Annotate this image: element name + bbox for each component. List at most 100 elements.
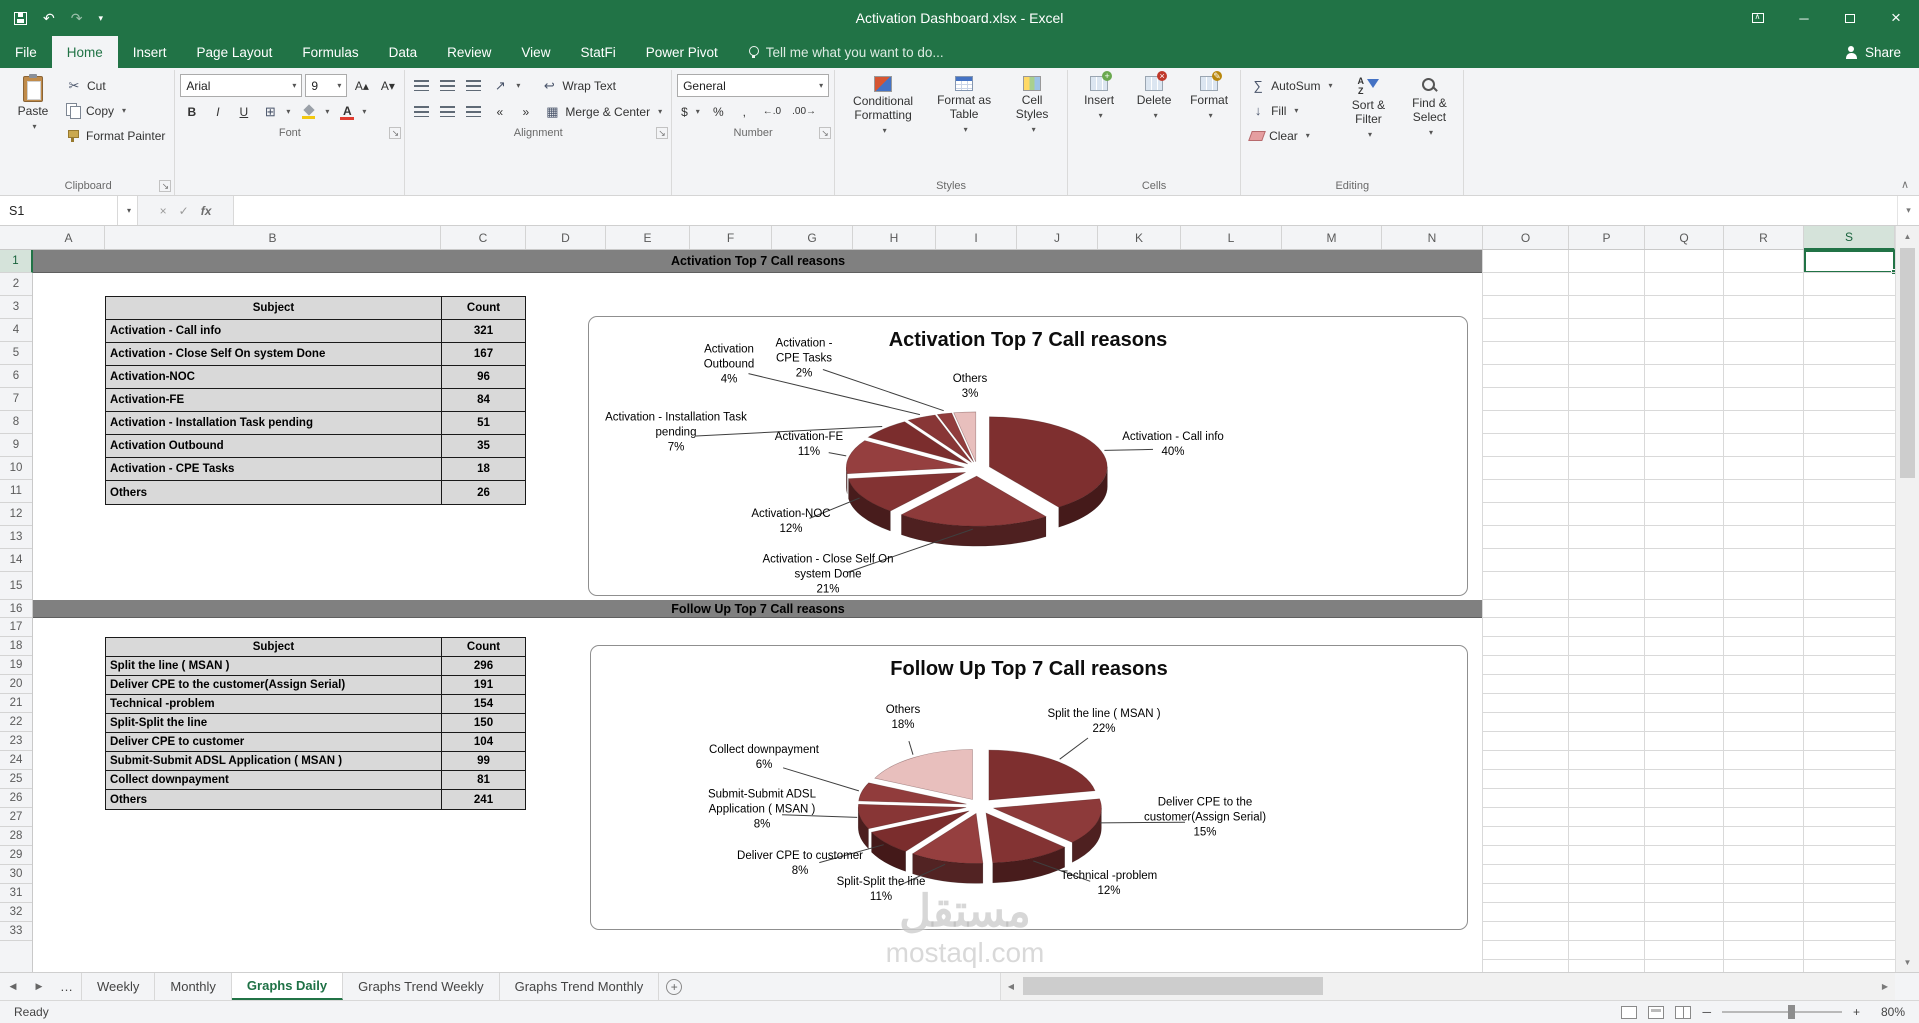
table-cell-count[interactable]: 191 (442, 676, 525, 695)
section-header-activation[interactable]: Activation Top 7 Call reasons (33, 250, 1483, 273)
clear-button[interactable]: Clear ▾ (1246, 124, 1336, 147)
row-header-33[interactable]: 33 (0, 922, 32, 941)
column-header-f[interactable]: F (690, 226, 772, 249)
table-cell-subject[interactable]: Activation - Close Self On system Done (106, 343, 442, 366)
paste-button[interactable]: Paste ▾ (7, 72, 59, 133)
column-header-p[interactable]: P (1569, 226, 1645, 249)
row-header-28[interactable]: 28 (0, 827, 32, 846)
table-cell-subject[interactable]: Collect downpayment (106, 771, 442, 790)
row-header-29[interactable]: 29 (0, 846, 32, 865)
zoom-in-icon[interactable]: + (1853, 1005, 1860, 1019)
merge-center-button[interactable]: ▦ Merge & Center ▾ (540, 100, 666, 123)
row-header-6[interactable]: 6 (0, 365, 32, 388)
column-header-r[interactable]: R (1724, 226, 1804, 249)
column-header-h[interactable]: H (853, 226, 936, 249)
table-cell-subject[interactable]: Activation-FE (106, 389, 442, 412)
comma-style-button[interactable]: , (733, 100, 756, 123)
ribbon-tab-insert[interactable]: Insert (118, 36, 182, 68)
redo-icon[interactable]: ↷ (71, 10, 83, 27)
align-bottom-button[interactable] (462, 74, 485, 97)
collapse-ribbon-button[interactable]: ∧ (1901, 178, 1909, 191)
cancel-formula-icon[interactable]: × (160, 204, 167, 218)
fill-color-button[interactable]: ▾ (297, 100, 333, 123)
sort-filter-button[interactable]: AZ Sort & Filter ▾ (1339, 72, 1397, 141)
table-cell-count[interactable]: 296 (442, 657, 525, 676)
formula-input[interactable] (234, 196, 1897, 225)
align-right-button[interactable] (462, 100, 485, 123)
bold-button[interactable]: B (180, 100, 203, 123)
column-header-i[interactable]: I (936, 226, 1017, 249)
row-header-18[interactable]: 18 (0, 637, 32, 656)
column-header-l[interactable]: L (1181, 226, 1282, 249)
row-header-22[interactable]: 22 (0, 713, 32, 732)
number-dialog-launcher[interactable]: ↘ (819, 127, 832, 139)
row-header-15[interactable]: 15 (0, 572, 32, 600)
percent-style-button[interactable]: % (707, 100, 730, 123)
table-cell-subject[interactable]: Deliver CPE to customer (106, 733, 442, 752)
vertical-scrollbar[interactable]: ▲ ▼ (1895, 226, 1919, 972)
vertical-scroll-thumb[interactable] (1900, 248, 1915, 478)
table-cell-count[interactable]: 35 (442, 435, 525, 458)
increase-indent-button[interactable]: » (514, 100, 537, 123)
wrap-text-button[interactable]: ↩ Wrap Text (537, 74, 620, 97)
ribbon-tab-power-pivot[interactable]: Power Pivot (631, 36, 733, 68)
horizontal-scroll-track[interactable] (1021, 973, 1875, 1000)
table-cell-subject[interactable]: Others (106, 481, 442, 504)
zoom-out-icon[interactable]: ─ (1702, 1005, 1711, 1019)
customize-qat-icon[interactable]: ▾ (98, 13, 103, 24)
scroll-up-icon[interactable]: ▲ (1896, 226, 1919, 246)
row-header-26[interactable]: 26 (0, 789, 32, 808)
row-header-25[interactable]: 25 (0, 770, 32, 789)
sheet-nav-right-icon[interactable]: ▶ (26, 973, 52, 1000)
follow-up-pie-chart[interactable]: Follow Up Top 7 Call reasons Split the l… (590, 645, 1468, 930)
selected-cell-s1[interactable] (1804, 250, 1895, 275)
table-cell-subject[interactable]: Split-Split the line (106, 714, 442, 733)
table-cell-subject[interactable]: Deliver CPE to the customer(Assign Seria… (106, 676, 442, 695)
more-sheets-button[interactable]: … (52, 973, 82, 1000)
table-cell-count[interactable]: 167 (442, 343, 525, 366)
table-cell-subject[interactable]: Activation - CPE Tasks (106, 458, 442, 481)
row-header-4[interactable]: 4 (0, 319, 32, 342)
fill-button[interactable]: ↓ Fill ▾ (1246, 99, 1336, 122)
save-icon[interactable] (14, 11, 27, 25)
new-sheet-button[interactable]: + (659, 973, 689, 1000)
sheet-nav-left-icon[interactable]: ◀ (0, 973, 26, 1000)
borders-button[interactable]: ⊞ ▾ (258, 100, 294, 123)
increase-decimal-button[interactable]: ←.0 (759, 100, 785, 123)
delete-cells-button[interactable]: Delete ▾ (1128, 71, 1180, 122)
close-button[interactable]: × (1873, 0, 1919, 36)
table-cell-count[interactable]: 96 (442, 366, 525, 389)
row-header-10[interactable]: 10 (0, 457, 32, 480)
ribbon-tab-home[interactable]: Home (51, 36, 118, 68)
align-middle-button[interactable] (436, 74, 459, 97)
tell-me-box[interactable]: Tell me what you want to do... (747, 36, 944, 68)
scroll-right-icon[interactable]: ▶ (1875, 982, 1895, 991)
table-cell-subject[interactable]: Activation-NOC (106, 366, 442, 389)
sheet-tab-graphs-trend-monthly[interactable]: Graphs Trend Monthly (500, 973, 660, 1000)
row-header-20[interactable]: 20 (0, 675, 32, 694)
row-header-17[interactable]: 17 (0, 618, 32, 637)
font-dialog-launcher[interactable]: ↘ (389, 127, 402, 139)
row-header-14[interactable]: 14 (0, 549, 32, 572)
ribbon-tab-page-layout[interactable]: Page Layout (182, 36, 288, 68)
name-box[interactable]: S1 (0, 196, 118, 225)
table-cell-subject[interactable]: Technical -problem (106, 695, 442, 714)
row-header-31[interactable]: 31 (0, 884, 32, 903)
table-cell-subject[interactable]: Others (106, 790, 442, 809)
sheet-tab-graphs-trend-weekly[interactable]: Graphs Trend Weekly (343, 973, 500, 1000)
row-header-3[interactable]: 3 (0, 296, 32, 319)
row-header-8[interactable]: 8 (0, 411, 32, 434)
table-cell-count[interactable]: 241 (442, 790, 525, 809)
table-cell-subject[interactable]: Activation - Call info (106, 320, 442, 343)
name-box-dropdown[interactable]: ▾ (118, 196, 138, 225)
row-header-1[interactable]: 1 (0, 250, 33, 273)
row-header-16[interactable]: 16 (0, 600, 32, 618)
ribbon-tab-formulas[interactable]: Formulas (287, 36, 373, 68)
column-header-o[interactable]: O (1483, 226, 1569, 249)
insert-function-icon[interactable]: fx (201, 204, 212, 218)
cut-button[interactable]: ✂ Cut (62, 74, 169, 97)
increase-font-size-button[interactable]: A▴ (350, 74, 373, 97)
table-cell-count[interactable]: 81 (442, 771, 525, 790)
table-cell-subject[interactable]: Activation Outbound (106, 435, 442, 458)
table-cell-count[interactable]: 84 (442, 389, 525, 412)
